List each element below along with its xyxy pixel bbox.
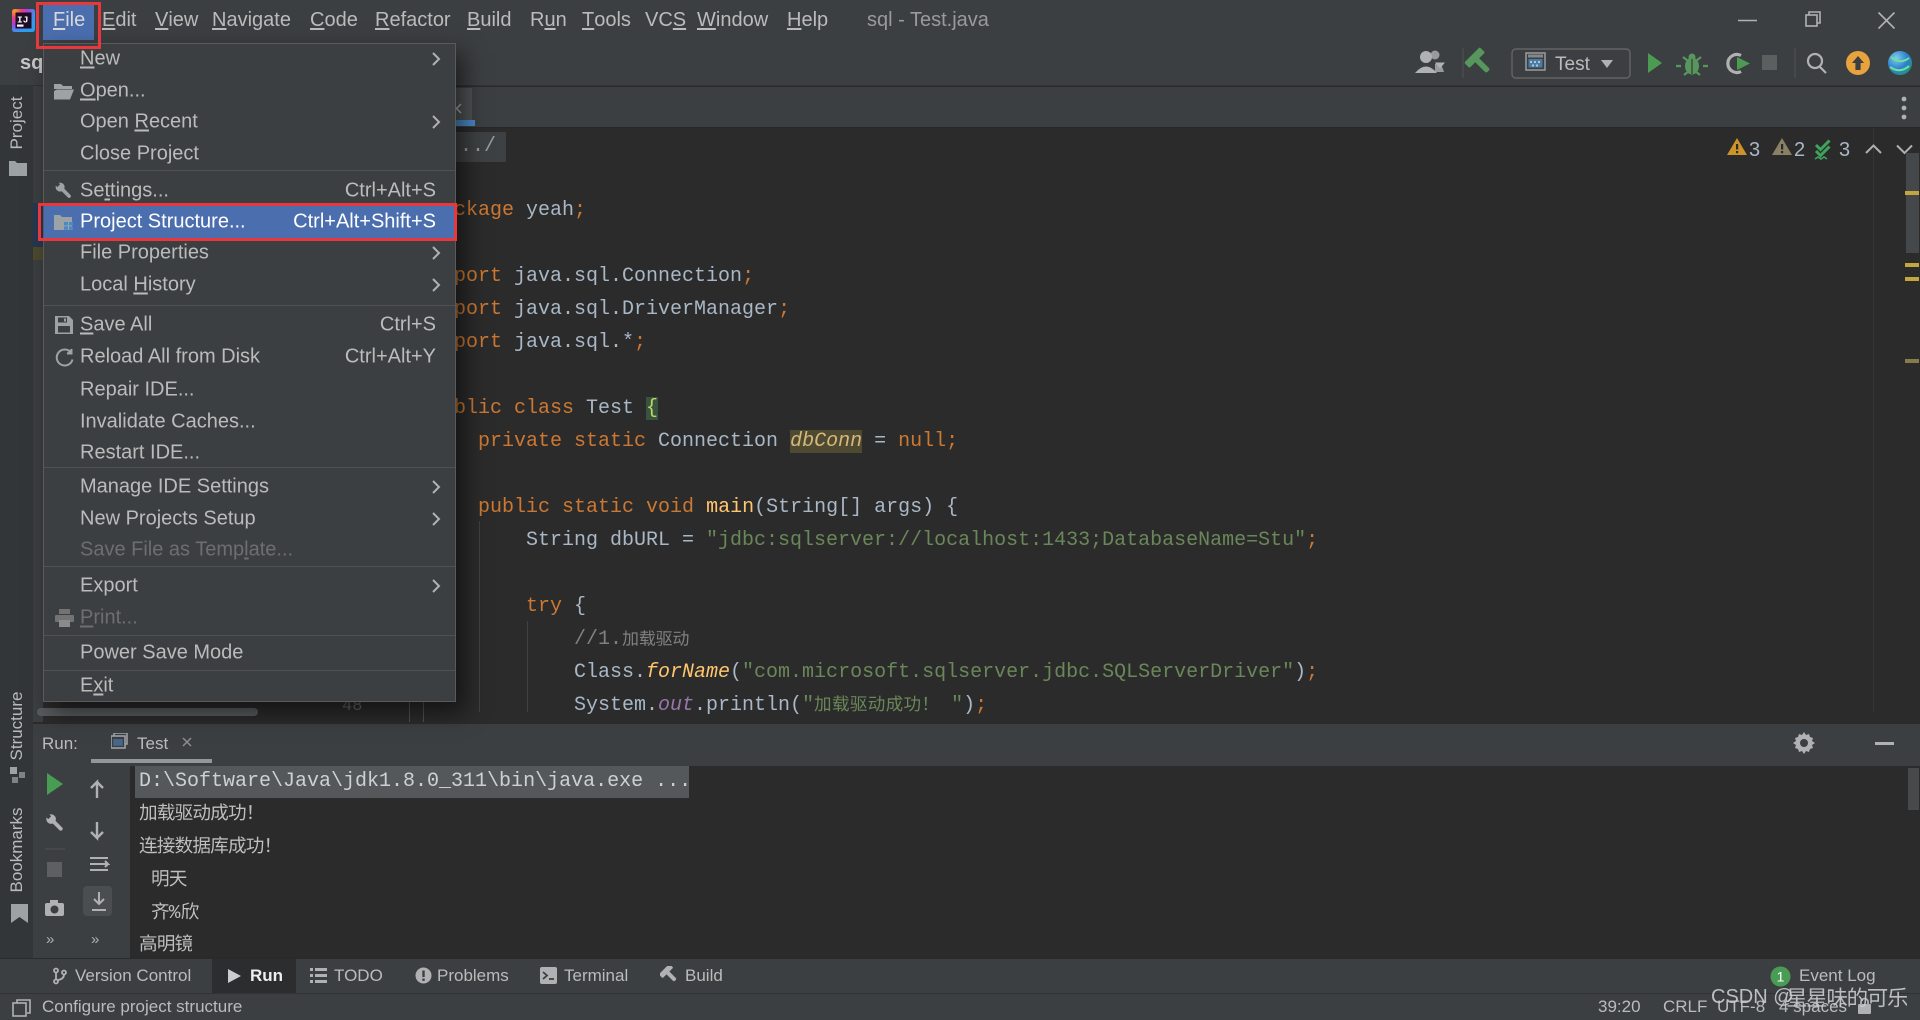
svg-text:Test: Test [1555,54,1591,75]
svg-text:IJ: IJ [17,15,28,26]
svg-text:1: 1 [1777,969,1785,985]
svg-text:»: » [46,931,54,948]
svg-text:%: % [169,902,181,922]
svg-text:3: 3 [1749,139,1760,161]
svg-text:»: » [91,931,99,948]
svg-text:3: 3 [1839,139,1850,161]
svg-text:2: 2 [1794,139,1805,161]
